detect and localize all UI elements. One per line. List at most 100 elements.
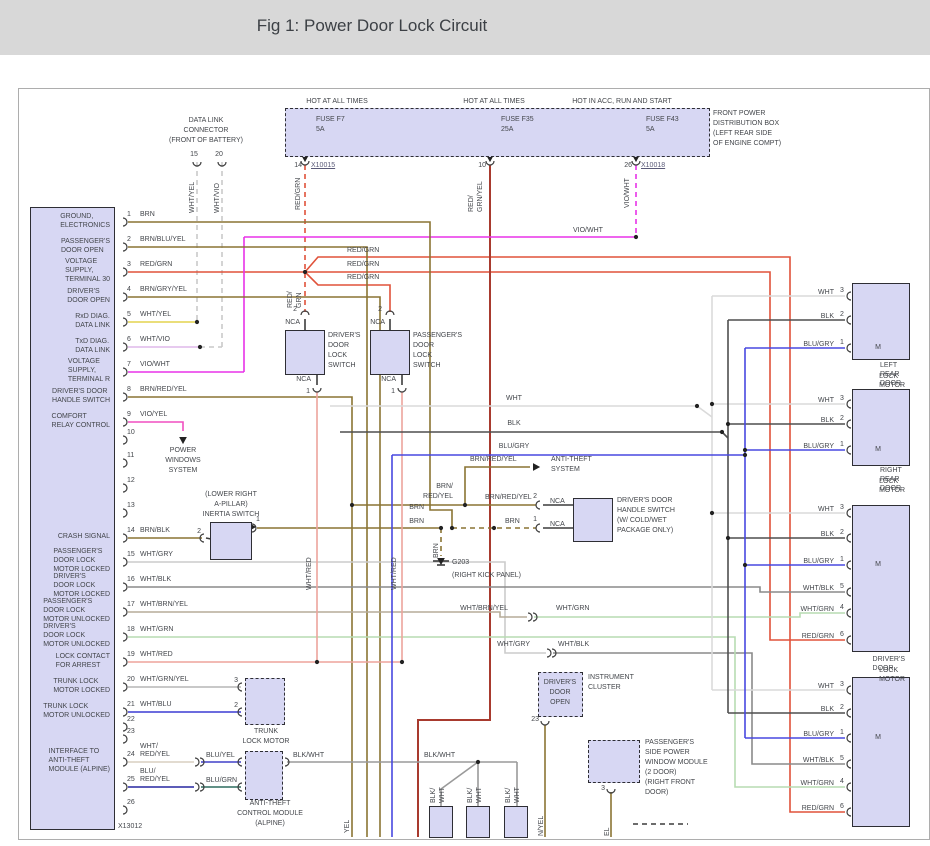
junction-dot [726,422,730,426]
connector-glyph [123,583,127,591]
front-power-distribution-box [285,108,710,157]
junction-dot [743,563,747,567]
connector-glyph [123,268,127,276]
connector-glyph [541,721,549,725]
connector-glyph [847,400,851,408]
passengers-door-lock-motor [852,677,910,827]
passengers-door-lock-switch [370,330,410,375]
connector-glyph [398,388,406,392]
connector-glyph [847,609,851,617]
connector-glyph [123,783,127,791]
connector-glyph [123,343,127,351]
connector-glyph [123,633,127,641]
junction-dot [743,453,747,457]
connector-glyph [123,509,127,517]
connector-glyph [301,311,309,315]
junction-dot [450,526,454,530]
wire [418,165,490,837]
connector-glyph [847,783,851,791]
wire [305,272,845,640]
connector-glyph [847,316,851,324]
lock-actuator-2 [466,806,490,838]
junction-dot [726,536,730,540]
connector-glyph [847,509,851,517]
junction-dot [476,760,480,764]
drivers-door-lock-motor [852,505,910,652]
connector-glyph [123,418,127,426]
junction-dot [463,503,467,507]
arrow-icon [533,463,540,471]
junction-dot [710,511,714,515]
junction-dot [350,503,354,507]
wire [305,272,390,312]
arrow-icon [179,437,187,444]
connector-glyph [536,501,540,509]
junction-dot [195,320,199,324]
lock-actuator-1 [429,806,453,838]
wire [128,397,352,505]
connector-glyph [123,243,127,251]
junction-dot [492,526,496,530]
connector-glyph [847,760,851,768]
connector-glyph [847,636,851,644]
wire [128,422,183,431]
connector-glyph [847,808,851,816]
connector-glyph [847,446,851,454]
right-rear-door-lock-motor [852,389,910,466]
connector-glyph [123,735,127,743]
wire [128,562,546,653]
connector-glyph [123,708,127,716]
connector-glyph [123,758,127,766]
connector-glyph [123,658,127,666]
junction-dot [303,270,307,274]
left-rear-door-lock-motor [852,283,910,360]
wire [441,762,478,806]
wire [128,587,845,592]
junction-dot [634,235,638,239]
lock-actuator-3 [504,806,528,838]
connector-glyph [123,484,127,492]
connector-glyph [123,218,127,226]
connector-glyph [607,789,615,793]
connector-glyph [123,558,127,566]
connector-glyph [123,293,127,301]
connector-glyph [123,393,127,401]
junction-dot [439,526,443,530]
wire [128,612,527,617]
connector-glyph [847,534,851,542]
anti-theft-control-module [245,751,283,800]
connector-glyph [847,588,851,596]
connector-glyph [528,613,532,621]
junction-dot [695,404,699,408]
junction-dot [400,660,404,664]
connector-glyph [547,649,551,657]
connector-glyph [123,723,127,731]
junction-dot [743,448,747,452]
connector-glyph [847,734,851,742]
connector-glyph [847,344,851,352]
inertia-switch [210,522,252,560]
connector-glyph [313,388,321,392]
wire [128,222,452,528]
connector-glyph [123,806,127,814]
wire [534,613,845,617]
connector-glyph [123,459,127,467]
trunk-lock-motor [245,678,285,725]
connector-glyph [195,758,199,766]
connector-glyph [847,709,851,717]
connector-glyph [847,420,851,428]
drivers-door-handle-switch [573,498,613,542]
connector-glyph [123,436,127,444]
connector-glyph [123,534,127,542]
connector-glyph [386,311,394,315]
connector-glyph [123,368,127,376]
wiring-diagram: Fig 1: Power Door Lock Circuit 1BRNGROUN… [0,0,930,846]
connector-glyph [847,292,851,300]
junction-dot [315,660,319,664]
connector-glyph [195,783,199,791]
instrument-cluster [538,672,583,717]
wire [697,406,712,417]
junction-dot [710,402,714,406]
connector-glyph [123,683,127,691]
wire [465,467,530,505]
